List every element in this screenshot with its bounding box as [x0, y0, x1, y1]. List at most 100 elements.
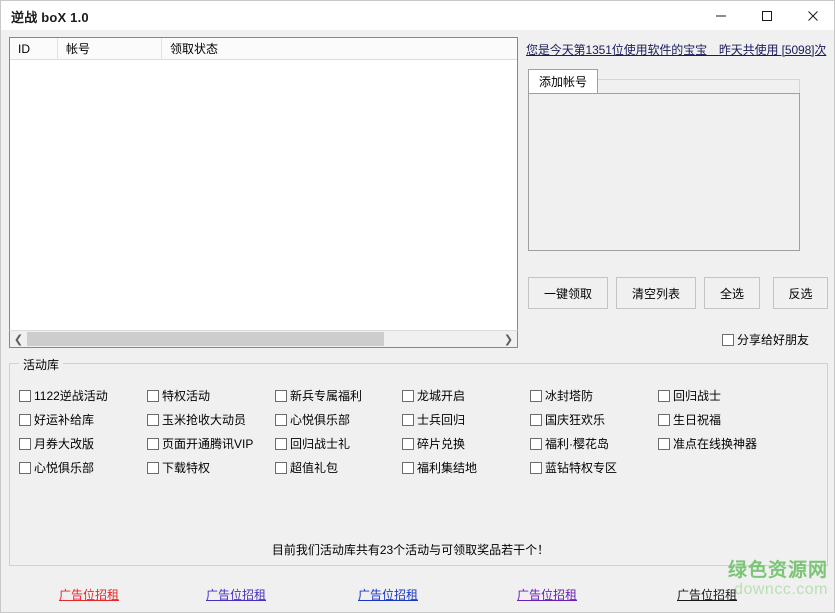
activity-checkbox[interactable]: 月券大改版	[19, 435, 94, 452]
app-window: 逆战 boX 1.0 ID 帐号	[0, 0, 835, 613]
activity-checkbox[interactable]: 回归战士	[658, 387, 721, 404]
activity-checkbox[interactable]: 福利·樱花岛	[530, 435, 609, 452]
activity-label: 蓝钻特权专区	[545, 459, 617, 476]
activity-label: 生日祝福	[673, 411, 721, 428]
checkbox-box-icon	[19, 414, 31, 426]
minimize-icon	[715, 10, 727, 22]
share-to-friends-label: 分享给好朋友	[737, 331, 809, 348]
checkbox-box-icon	[530, 390, 542, 402]
minimize-button[interactable]	[698, 1, 744, 30]
ad-link[interactable]: 广告位招租	[677, 586, 737, 603]
hscrollbar-track[interactable]	[27, 331, 500, 347]
tab-add-account[interactable]: 添加帐号	[528, 69, 598, 93]
column-header-status[interactable]: 领取状态	[162, 38, 517, 60]
checkbox-box-icon	[402, 390, 414, 402]
activity-checkbox[interactable]: 新兵专属福利	[275, 387, 362, 404]
activity-label: 福利集结地	[417, 459, 477, 476]
close-button[interactable]	[790, 1, 835, 30]
activity-checkbox[interactable]: 1122逆战活动	[19, 387, 108, 404]
activity-checkbox[interactable]: 准点在线换神器	[658, 435, 757, 452]
activity-label: 1122逆战活动	[34, 387, 108, 404]
activity-label: 冰封塔防	[545, 387, 593, 404]
column-header-id[interactable]: ID	[10, 38, 58, 60]
checkbox-box-icon	[147, 414, 159, 426]
activity-checkbox[interactable]: 超值礼包	[275, 459, 338, 476]
maximize-button[interactable]	[744, 1, 790, 30]
checkbox-box-icon	[722, 334, 734, 346]
activity-label: 超值礼包	[290, 459, 338, 476]
activity-label: 玉米抢收大动员	[162, 411, 246, 428]
account-list-header: ID 帐号 领取状态	[10, 38, 517, 60]
checkbox-box-icon	[658, 414, 670, 426]
account-list-body[interactable]	[10, 60, 517, 347]
checkbox-box-icon	[402, 462, 414, 474]
activity-label: 回归战士	[673, 387, 721, 404]
account-list[interactable]: ID 帐号 领取状态	[9, 37, 518, 348]
activity-checkbox[interactable]: 特权活动	[147, 387, 210, 404]
activity-checkbox[interactable]: 下载特权	[147, 459, 210, 476]
checkbox-box-icon	[530, 414, 542, 426]
checkbox-box-icon	[530, 438, 542, 450]
activity-checkbox[interactable]: 页面开通腾讯VIP	[147, 435, 253, 452]
checkbox-box-icon	[19, 438, 31, 450]
window-title: 逆战 boX 1.0	[11, 7, 89, 26]
activity-checkbox[interactable]: 国庆狂欢乐	[530, 411, 605, 428]
activity-label: 新兵专属福利	[290, 387, 362, 404]
clear-list-button[interactable]: 清空列表	[616, 277, 696, 309]
checkbox-box-icon	[530, 462, 542, 474]
activity-label: 士兵回归	[417, 411, 465, 428]
activity-label: 好运补给库	[34, 411, 94, 428]
activity-checkbox[interactable]: 生日祝福	[658, 411, 721, 428]
activity-checkbox[interactable]: 冰封塔防	[530, 387, 593, 404]
activity-status-text: 目前我们活动库共有23个活动与可领取奖品若干个！	[1, 541, 820, 558]
title-bar: 逆战 boX 1.0	[1, 1, 835, 30]
checkbox-box-icon	[147, 438, 159, 450]
activity-checkbox[interactable]: 士兵回归	[402, 411, 465, 428]
share-to-friends-checkbox[interactable]: 分享给好朋友	[722, 331, 809, 348]
activity-label: 龙城开启	[417, 387, 465, 404]
activity-label: 页面开通腾讯VIP	[162, 435, 253, 452]
maximize-icon	[761, 10, 773, 22]
checkbox-box-icon	[147, 462, 159, 474]
activity-checkbox[interactable]: 心悦俱乐部	[275, 411, 350, 428]
activity-checkbox[interactable]: 龙城开启	[402, 387, 465, 404]
invert-selection-button[interactable]: 反选	[773, 277, 828, 309]
activity-label: 碎片兑换	[417, 435, 465, 452]
checkbox-box-icon	[19, 462, 31, 474]
checkbox-box-icon	[402, 438, 414, 450]
add-account-panel	[528, 93, 800, 251]
select-all-button[interactable]: 全选	[704, 277, 760, 309]
activity-label: 福利·樱花岛	[545, 435, 609, 452]
activity-label: 心悦俱乐部	[34, 459, 94, 476]
ad-link[interactable]: 广告位招租	[59, 586, 119, 603]
activity-label: 回归战士礼	[290, 435, 350, 452]
activity-label: 月券大改版	[34, 435, 94, 452]
window-controls	[698, 1, 835, 30]
activity-label: 心悦俱乐部	[290, 411, 350, 428]
ad-link[interactable]: 广告位招租	[517, 586, 577, 603]
ad-link[interactable]: 广告位招租	[358, 586, 418, 603]
activity-checkbox[interactable]: 玉米抢收大动员	[147, 411, 246, 428]
account-list-hscrollbar[interactable]: ❮ ❯	[9, 330, 518, 348]
checkbox-box-icon	[275, 390, 287, 402]
activity-checkbox[interactable]: 心悦俱乐部	[19, 459, 94, 476]
activity-label: 准点在线换神器	[673, 435, 757, 452]
checkbox-box-icon	[275, 462, 287, 474]
activity-library-legend: 活动库	[19, 356, 63, 373]
activity-checkbox[interactable]: 回归战士礼	[275, 435, 350, 452]
activity-checkbox[interactable]: 碎片兑换	[402, 435, 465, 452]
activity-checkbox[interactable]: 福利集结地	[402, 459, 477, 476]
activity-checkbox[interactable]: 蓝钻特权专区	[530, 459, 617, 476]
scroll-left-arrow-icon[interactable]: ❮	[10, 331, 27, 347]
close-icon	[807, 10, 819, 22]
one-click-claim-button[interactable]: 一键领取	[528, 277, 608, 309]
hscrollbar-thumb[interactable]	[27, 332, 384, 346]
scroll-right-arrow-icon[interactable]: ❯	[500, 331, 517, 347]
activity-checkbox[interactable]: 好运补给库	[19, 411, 94, 428]
account-tab-container: 添加帐号	[528, 69, 800, 251]
ad-link[interactable]: 广告位招租	[206, 586, 266, 603]
checkbox-box-icon	[658, 390, 670, 402]
column-header-account[interactable]: 帐号	[58, 38, 162, 60]
activity-label: 下载特权	[162, 459, 210, 476]
checkbox-box-icon	[402, 414, 414, 426]
